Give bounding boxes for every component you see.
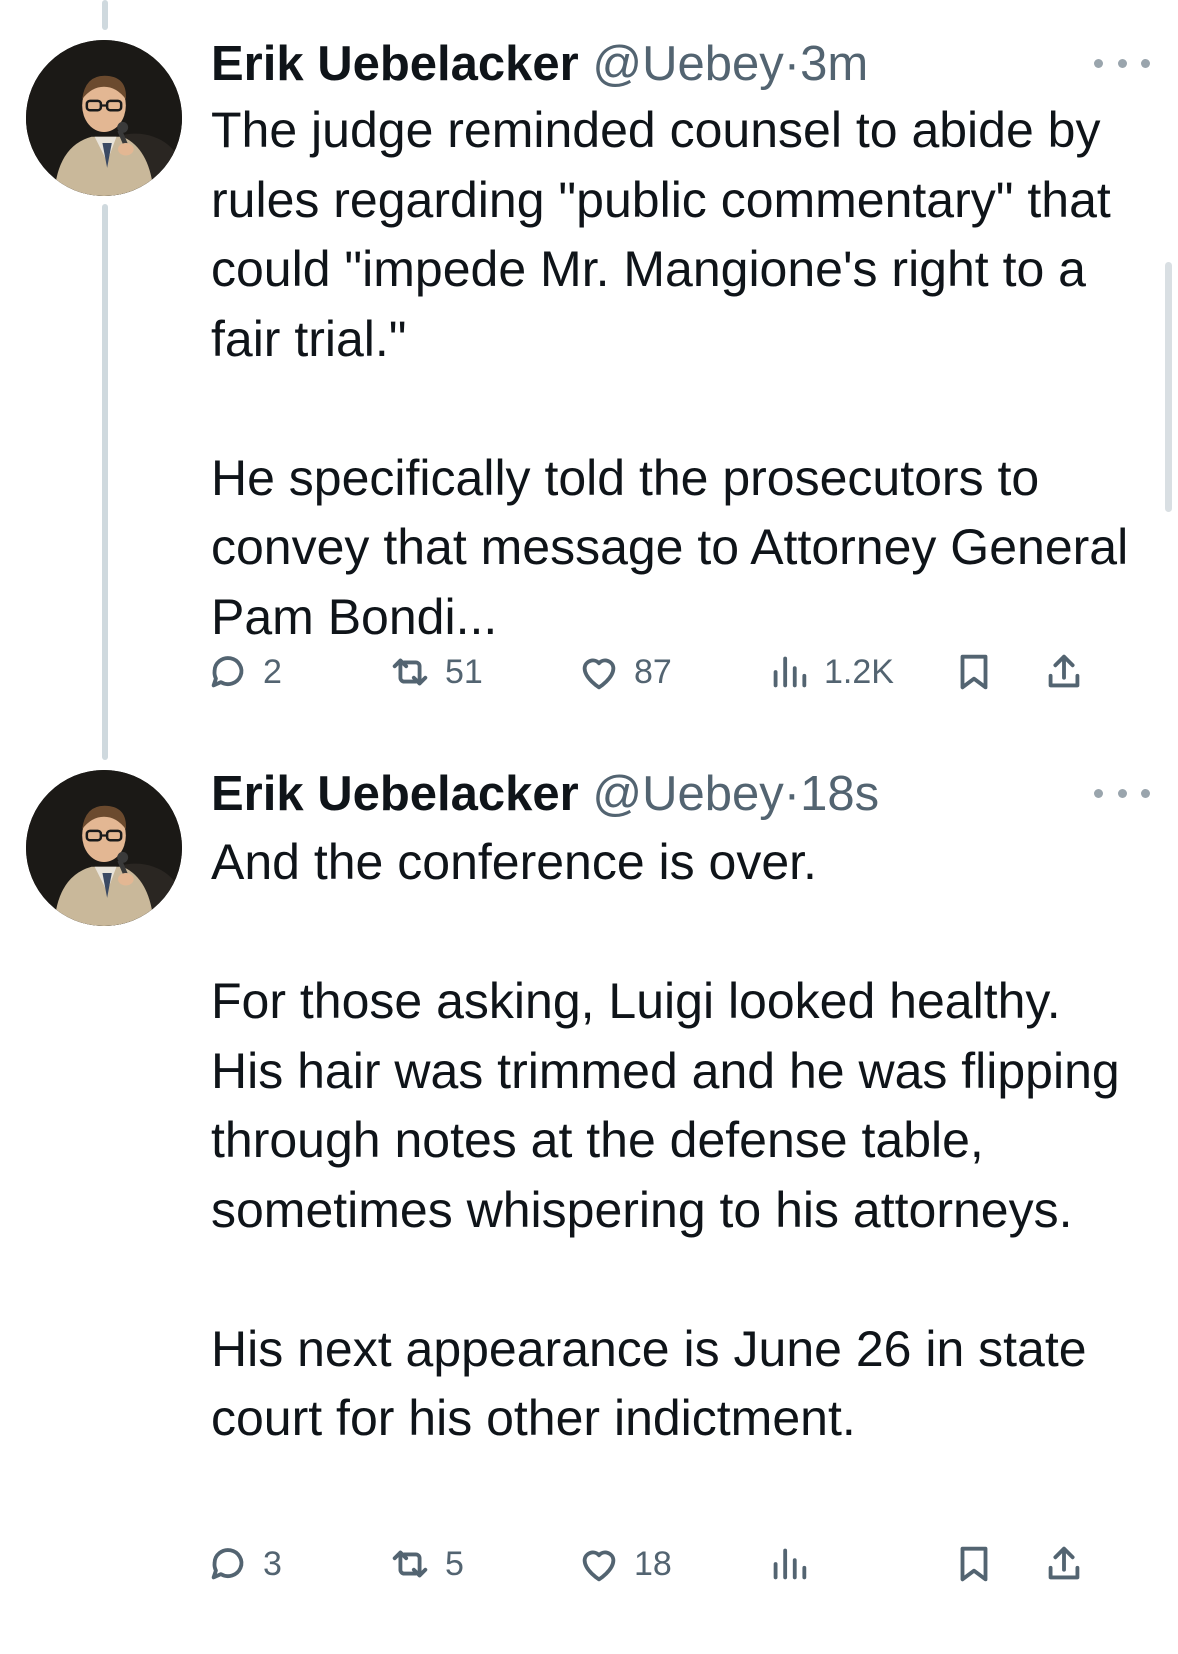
tweet-paragraph: For those asking, Luigi looked healthy. … xyxy=(211,973,1120,1238)
thread-line xyxy=(102,204,108,760)
timestamp[interactable]: 18s xyxy=(800,767,879,821)
bookmark-icon xyxy=(960,1546,988,1582)
more-icon[interactable] xyxy=(1094,778,1150,808)
share-icon xyxy=(1048,1546,1080,1580)
action-bar: 3 5 18 xyxy=(211,1534,1141,1594)
author-handle[interactable]: @Uebey xyxy=(592,37,783,91)
reply-count: 2 xyxy=(263,652,282,691)
heart-icon xyxy=(582,1550,616,1582)
author-name[interactable]: Erik Uebelacker xyxy=(211,767,579,821)
retweet-icon xyxy=(392,1550,428,1578)
retweet-count: 51 xyxy=(445,652,483,691)
like-button[interactable]: 87 xyxy=(576,642,672,702)
retweet-button[interactable]: 51 xyxy=(387,642,483,702)
tweet-header: Erik Uebelacker @Uebey·18s xyxy=(211,765,879,823)
bookmark-button[interactable] xyxy=(951,1534,997,1594)
views-button[interactable]: 1.2K xyxy=(766,642,894,702)
bookmark-button[interactable] xyxy=(951,642,997,702)
avatar[interactable] xyxy=(26,40,182,196)
tweet-paragraph: And the conference is over. xyxy=(211,834,817,890)
author-handle[interactable]: @Uebey xyxy=(592,767,783,821)
reply-count: 3 xyxy=(263,1544,282,1583)
avatar[interactable] xyxy=(26,770,182,926)
share-button[interactable] xyxy=(1041,1534,1087,1594)
reply-icon xyxy=(211,656,244,688)
bookmark-icon xyxy=(960,654,988,690)
views-button[interactable] xyxy=(766,1534,824,1594)
tweet-text: And the conference is over. For those as… xyxy=(211,828,1146,1454)
views-icon xyxy=(773,656,807,688)
reply-button[interactable]: 3 xyxy=(205,1534,282,1594)
tweet-paragraph: His next appearance is June 26 in state … xyxy=(211,1320,1087,1447)
tweet-paragraph: He specifically told the prosecutors to … xyxy=(211,449,1129,645)
share-button[interactable] xyxy=(1041,642,1087,702)
like-count: 87 xyxy=(634,652,672,691)
separator: · xyxy=(783,767,801,821)
scrollbar[interactable] xyxy=(1165,262,1172,512)
views-count: 1.2K xyxy=(824,652,894,691)
timestamp[interactable]: 3m xyxy=(800,37,868,91)
tweet-text: The judge reminded counsel to abide by r… xyxy=(211,96,1146,652)
retweet-count: 5 xyxy=(445,1544,464,1583)
separator: · xyxy=(783,37,801,91)
action-bar: 2 51 87 1.2K xyxy=(211,642,1141,702)
retweet-icon xyxy=(392,658,428,686)
avatar-photo xyxy=(26,770,182,926)
like-count: 18 xyxy=(634,1544,672,1583)
retweet-button[interactable]: 5 xyxy=(387,1534,464,1594)
avatar-photo xyxy=(26,40,182,196)
more-icon[interactable] xyxy=(1094,48,1150,78)
tweet-paragraph: The judge reminded counsel to abide by r… xyxy=(211,102,1111,367)
reply-icon xyxy=(211,1548,244,1580)
reply-button[interactable]: 2 xyxy=(205,642,282,702)
share-icon xyxy=(1048,654,1080,688)
thread-line-top xyxy=(102,0,108,30)
heart-icon xyxy=(582,658,616,690)
author-name[interactable]: Erik Uebelacker xyxy=(211,37,579,91)
views-icon xyxy=(773,1548,807,1580)
tweet-header: Erik Uebelacker @Uebey·3m xyxy=(211,35,868,93)
like-button[interactable]: 18 xyxy=(576,1534,672,1594)
